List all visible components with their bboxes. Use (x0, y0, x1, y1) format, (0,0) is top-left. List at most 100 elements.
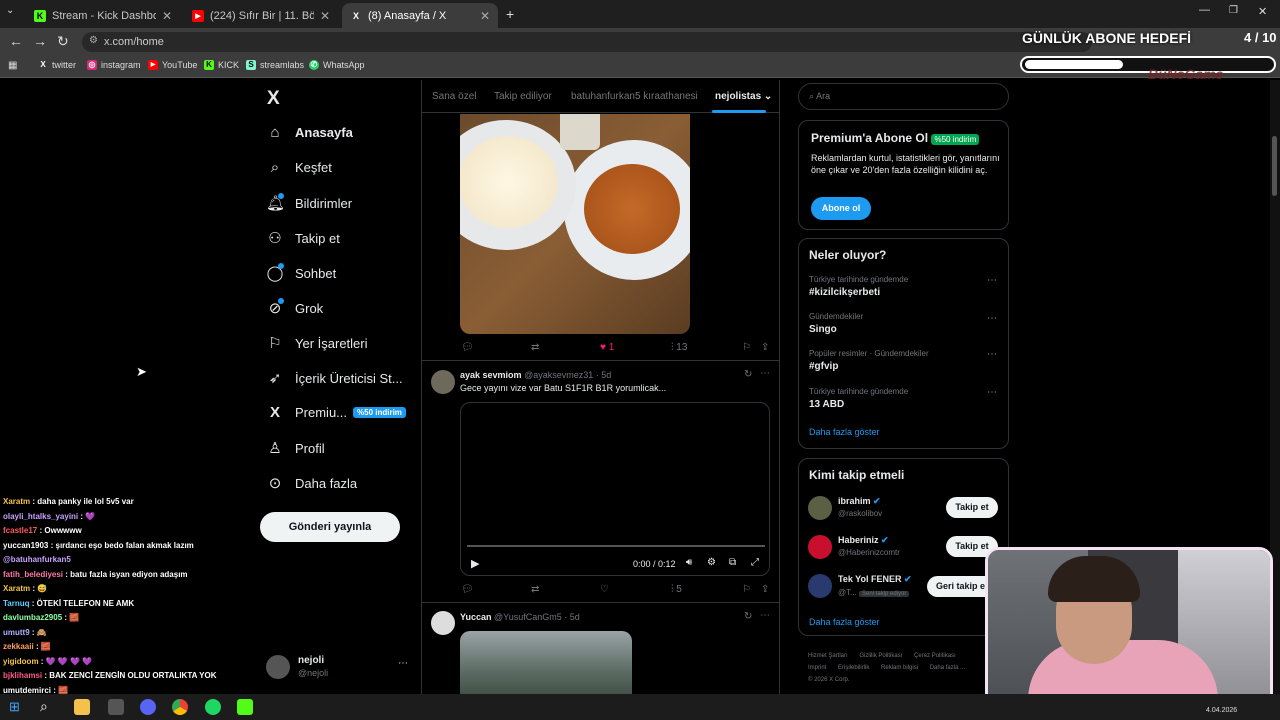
follow-name[interactable]: ibrahim ✔ (838, 496, 881, 507)
bookmark-instagram[interactable]: ◎ instagram (87, 60, 141, 70)
video-scrubber[interactable] (467, 545, 765, 547)
footer-link[interactable]: Imprint (808, 665, 826, 671)
video-player[interactable]: ▶ 0:00 / 0:12 🔊︎ ⚙ ⧉ ⤢ (460, 402, 770, 576)
views-button[interactable]: ⫶ 13 (671, 342, 687, 353)
bookmark-streamlabs[interactable]: Sstreamlabs (246, 60, 304, 70)
chat-username[interactable]: yigidoom (3, 657, 39, 666)
subscribe-button[interactable]: Abone ol (811, 197, 871, 220)
chat-username[interactable]: fcastle17 (3, 526, 37, 535)
bookmark-youtube[interactable]: ▶ YouTube (148, 60, 197, 70)
nav-grok[interactable]: ⊘ Grok (266, 299, 323, 317)
trend-item[interactable]: Gündemdekiler Singo (809, 312, 863, 335)
pip-icon[interactable]: ⧉ (729, 557, 736, 568)
nav-chat[interactable]: ◯ Sohbet (266, 264, 337, 282)
close-icon[interactable]: ✕ (320, 9, 330, 23)
chat-username[interactable]: @batuhanfurkan5 (3, 555, 71, 564)
share-icon[interactable]: ⇪ (761, 584, 769, 595)
show-more-follow-link[interactable]: Daha fazla göster (809, 617, 880, 627)
app-icon[interactable] (108, 699, 124, 715)
post-button[interactable]: Gönderi yayınla (260, 512, 400, 542)
follow-name[interactable]: Tek Yol FENER ✔ (838, 574, 912, 585)
chat-username[interactable]: umutt9 (3, 628, 30, 637)
nav-explore[interactable]: ⌕ Keşfet (266, 159, 332, 176)
close-icon[interactable]: ✕ (480, 9, 490, 23)
author-name[interactable]: Yuccan (460, 612, 492, 622)
nav-home[interactable]: ⌂ Anasayfa (266, 124, 352, 141)
more-options-icon[interactable]: ⋯ (987, 349, 997, 360)
tab-for-you[interactable]: Sana özel (432, 91, 476, 102)
nav-follow[interactable]: ⚇ Takip et (266, 229, 340, 247)
tab-following[interactable]: Takip ediliyor (494, 91, 552, 102)
chat-username[interactable]: yuccan1903 (3, 541, 48, 550)
browser-tab-kick[interactable]: K Stream - Kick Dashboard ✕ (26, 3, 180, 28)
bookmark-icon[interactable]: ⚐ (742, 342, 751, 353)
chat-username[interactable]: bjklihamsi (3, 671, 42, 680)
repost-icon[interactable]: ⇄ (531, 584, 539, 595)
restore-button[interactable]: ❐ (1229, 5, 1238, 16)
avatar[interactable] (431, 370, 455, 394)
footer-link[interactable]: Hizmet Şartları (808, 653, 848, 659)
fullscreen-icon[interactable]: ⤢ (751, 557, 759, 568)
site-info-icon[interactable]: ⚙ (89, 35, 98, 46)
footer-link[interactable]: Daha fazla ... (930, 665, 965, 671)
new-tab-button[interactable]: + (506, 6, 514, 22)
apps-icon[interactable]: ▦ (8, 60, 17, 71)
grok-icon[interactable]: ↻ (744, 369, 752, 380)
scrollbar-thumb[interactable] (1272, 136, 1277, 196)
trend-item[interactable]: Türkiye tarihinde gündemde 13 ABD (809, 387, 908, 410)
volume-icon[interactable]: 🔊︎ (686, 557, 692, 568)
more-options-icon[interactable]: ⋯ (987, 313, 997, 324)
chrome-icon[interactable] (172, 699, 188, 715)
chat-username[interactable]: fatih_belediyesi (3, 570, 63, 579)
file-explorer-icon[interactable] (74, 699, 90, 715)
bookmark-twitter[interactable]: Xtwitter (38, 60, 76, 70)
footer-link[interactable]: Gizlilik Politikası (859, 653, 902, 659)
follow-button[interactable]: Takip et (946, 497, 998, 518)
avatar[interactable] (431, 611, 455, 635)
chat-username[interactable]: Tarnuq (3, 599, 30, 608)
post-image[interactable] (460, 631, 632, 694)
nav-profile[interactable]: ♙ Profil (266, 439, 324, 457)
follow-name[interactable]: Haberiniz ✔ (838, 535, 889, 546)
more-options-icon[interactable]: ⋯ (760, 368, 770, 379)
close-icon[interactable]: ✕ (162, 9, 172, 23)
nav-premium[interactable]: X Premiu... %50 indirim (266, 404, 406, 421)
footer-link[interactable]: Reklam bilgisi (881, 665, 918, 671)
reply-icon[interactable]: 💬︎ (461, 342, 474, 353)
chat-username[interactable]: zekkaaii (3, 642, 34, 651)
reload-icon[interactable]: ↻ (57, 33, 69, 50)
post-image[interactable] (460, 114, 690, 334)
footer-link[interactable]: Erişilebilirlik (838, 665, 869, 671)
kick-icon[interactable] (237, 699, 253, 715)
search-icon[interactable]: ⌕ (40, 698, 48, 715)
avatar[interactable] (808, 496, 832, 520)
chat-username[interactable]: olayli_htalks_yayini (3, 512, 78, 521)
avatar[interactable] (808, 574, 832, 598)
browser-tab-youtube[interactable]: ▶ (224) Sıfır Bir | 11. Bölüm - YouT ✕ (184, 3, 338, 28)
account-switcher[interactable]: nejoli @nejoli ⋯ (266, 654, 412, 684)
minimize-button[interactable]: — (1199, 4, 1210, 16)
repost-icon[interactable]: ⇄ (531, 342, 539, 353)
close-window-button[interactable]: ✕ (1258, 5, 1267, 18)
nav-creator-studio[interactable]: ➶ İçerik Üreticisi St... (266, 369, 403, 387)
heart-icon[interactable]: ♡ (600, 584, 609, 595)
share-icon[interactable]: ⇪ (761, 342, 769, 353)
chat-username[interactable]: Xaratm (3, 497, 30, 506)
more-options-icon[interactable]: ⋯ (987, 387, 997, 398)
bookmark-whatsapp[interactable]: ✆ WhatsApp (309, 60, 365, 70)
footer-link[interactable]: Çerez Politikası (914, 653, 956, 659)
more-options-icon[interactable]: ⋯ (760, 610, 770, 621)
bookmark-kick[interactable]: K KICK (204, 60, 239, 70)
tab-community[interactable]: batuhanfurkan5 kıraathanesi (571, 91, 698, 102)
bookmark-icon[interactable]: ⚐ (742, 584, 751, 595)
author-name[interactable]: ayak sevmiom (460, 370, 522, 380)
like-button[interactable]: ♥ 1 (600, 342, 614, 353)
nav-more[interactable]: ⊙ Daha fazla (266, 474, 357, 492)
nav-bookmarks[interactable]: ⚐ Yer İşaretleri (266, 334, 367, 352)
trend-item[interactable]: Popüler resimler · Gündemdekiler #gfvip (809, 349, 929, 372)
chat-username[interactable]: Xaratm (3, 584, 30, 593)
search-input[interactable]: ⌕ Ara (798, 83, 1009, 110)
chat-username[interactable]: davlumbaz2905 (3, 613, 62, 622)
x-logo-icon[interactable]: X (267, 88, 280, 110)
discord-icon[interactable] (140, 699, 156, 715)
